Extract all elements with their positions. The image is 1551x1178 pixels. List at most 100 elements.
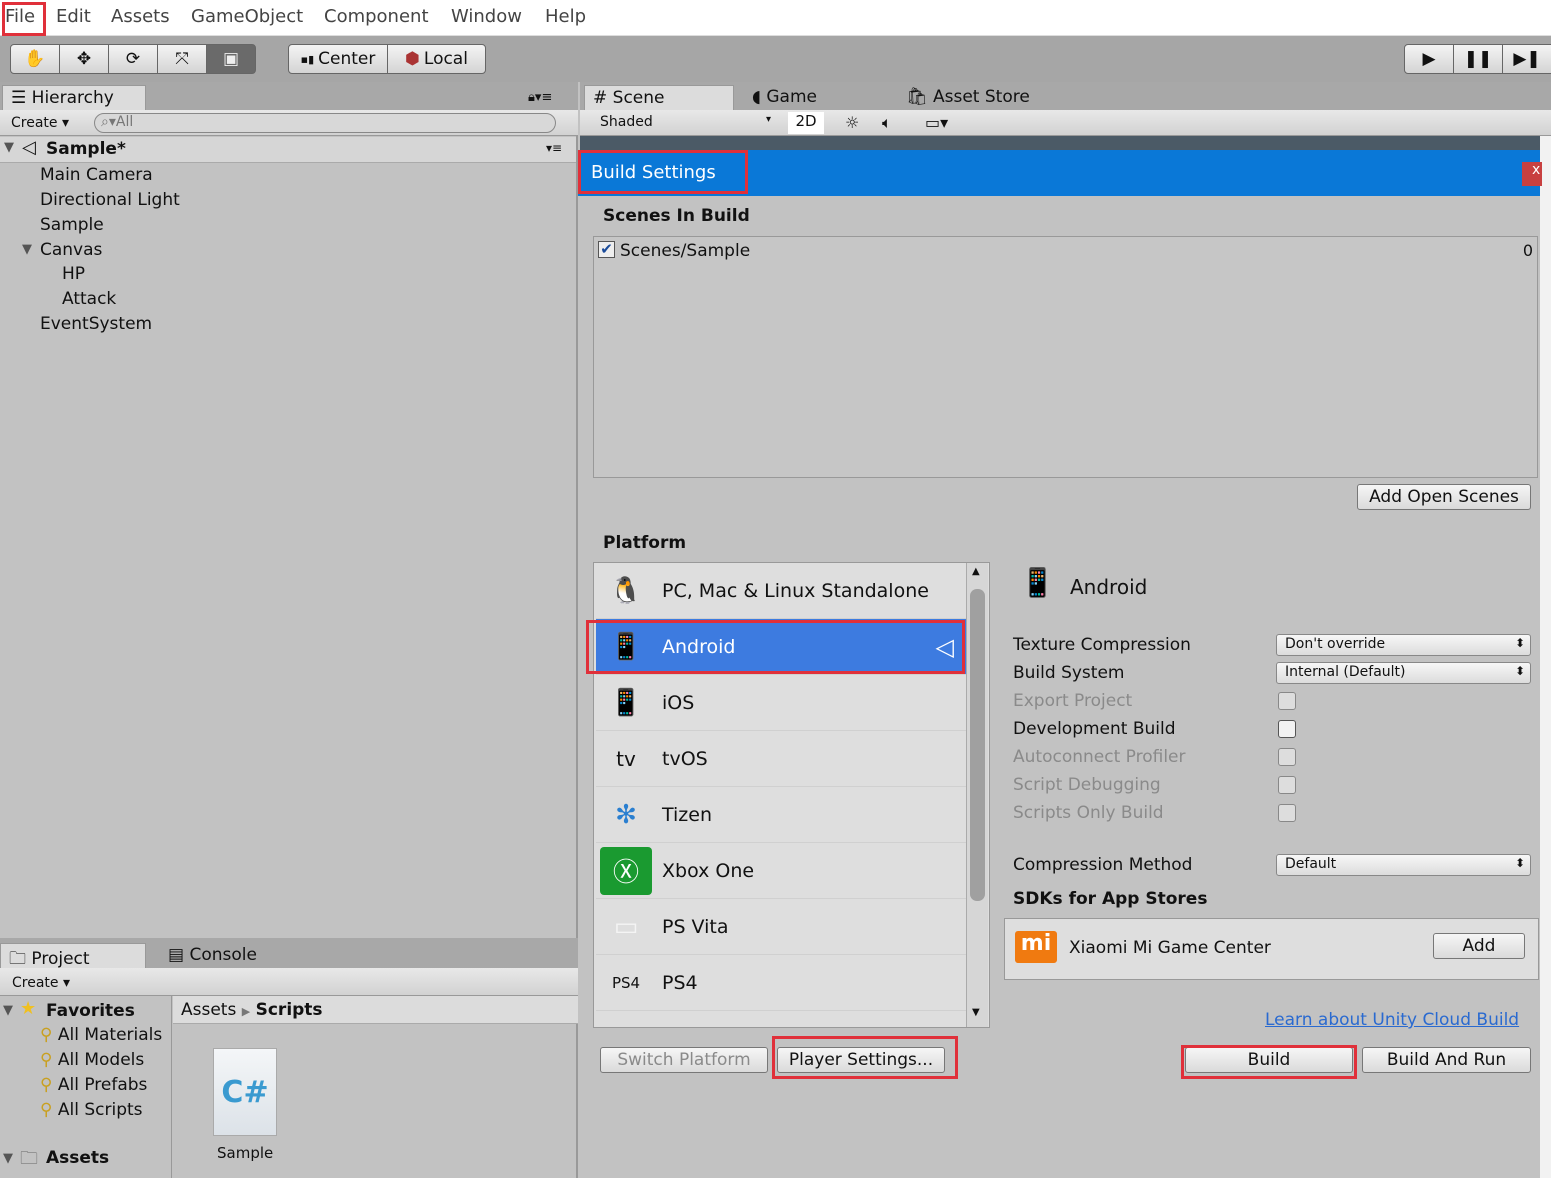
build-system-dropdown[interactable]: Internal (Default) <box>1276 662 1531 684</box>
step-icon: ▶❚ <box>1513 49 1541 69</box>
expand-arrow-icon[interactable]: ▼ <box>3 1151 13 1166</box>
scrollbar-thumb[interactable] <box>970 589 985 901</box>
autoconnect-profiler-checkbox[interactable] <box>1278 748 1296 766</box>
play-button[interactable]: ▶ <box>1404 44 1454 74</box>
lock-icon[interactable]: 🔒︎▾≡ <box>528 90 552 105</box>
hierarchy-item-canvas[interactable]: Canvas <box>40 240 102 260</box>
tab-project[interactable]: 🗀 Project <box>0 943 146 969</box>
game-icon: ◖ <box>752 87 761 107</box>
cloud-build-link[interactable]: Learn about Unity Cloud Build <box>1265 1010 1519 1030</box>
autoconnect-profiler-label: Autoconnect Profiler <box>1013 747 1186 767</box>
sdk-add-button[interactable]: Add <box>1433 933 1525 959</box>
pivot-center-button[interactable]: ▪▮ Center <box>288 44 388 74</box>
pivot-icon: ▪▮ <box>300 52 315 66</box>
switch-platform-button[interactable]: Switch Platform <box>600 1047 768 1073</box>
build-and-run-button[interactable]: Build And Run <box>1362 1047 1531 1073</box>
texture-compression-dropdown[interactable]: Don't override <box>1276 634 1531 656</box>
player-settings-button[interactable]: Player Settings... <box>777 1047 945 1073</box>
rotate-icon: ⟳ <box>125 49 141 69</box>
local-icon: ⬢ <box>405 49 420 69</box>
hierarchy-item-sample[interactable]: Sample <box>40 215 104 235</box>
expand-arrow-icon[interactable]: ▼ <box>3 1003 13 1018</box>
pause-button[interactable]: ❚❚ <box>1453 44 1503 74</box>
canvas-expand-icon[interactable]: ▼ <box>22 242 32 257</box>
breadcrumb-scripts[interactable]: Scripts <box>256 1000 323 1020</box>
effects-icon[interactable]: ▭▾ <box>925 113 948 132</box>
scripts-only-build-checkbox[interactable] <box>1278 804 1296 822</box>
scene-checkbox[interactable]: ✔ <box>598 241 615 258</box>
hierarchy-create-button[interactable]: Create ▾ <box>11 115 69 131</box>
fav-all-materials[interactable]: ⚲ All Materials <box>40 1025 172 1045</box>
fav-all-scripts[interactable]: ⚲ All Scripts <box>40 1100 143 1120</box>
fav-all-prefabs[interactable]: ⚲ All Prefabs <box>40 1075 147 1095</box>
compression-method-dropdown[interactable]: Default <box>1276 854 1531 876</box>
tab-game[interactable]: ◖ Game <box>744 85 825 111</box>
build-button[interactable]: Build <box>1185 1047 1353 1073</box>
step-button[interactable]: ▶❚ <box>1502 44 1551 74</box>
store-icon: 🛍︎ <box>906 87 928 107</box>
scene-row[interactable]: ✔ Scenes/Sample 0 <box>594 237 1537 265</box>
compression-method-label: Compression Method <box>1013 855 1193 875</box>
close-button[interactable]: x <box>1522 162 1542 186</box>
tab-asset-store[interactable]: 🛍︎ Asset Store <box>898 85 1038 111</box>
platform-ios[interactable]: 📱 iOS <box>596 675 966 731</box>
scale-tool-button[interactable]: ⤧ <box>157 44 207 74</box>
tab-console[interactable]: ▤ Console <box>160 943 265 969</box>
platform-tvos[interactable]: tv tvOS <box>596 731 966 787</box>
tab-hierarchy[interactable]: ☰ Hierarchy <box>2 85 146 111</box>
menu-file[interactable]: File <box>5 6 35 27</box>
platform-xbox-one[interactable]: Ⓧ Xbox One <box>596 843 966 899</box>
selected-platform-title: Android <box>1070 575 1148 599</box>
menu-help[interactable]: Help <box>545 6 586 27</box>
menu-window[interactable]: Window <box>451 6 522 27</box>
menu-edit[interactable]: Edit <box>56 6 91 27</box>
scenes-in-build-header: Scenes In Build <box>603 206 750 226</box>
hierarchy-item-eventsystem[interactable]: EventSystem <box>40 314 152 334</box>
favorites-label[interactable]: Favorites <box>46 1001 135 1021</box>
space-label: Local <box>423 49 468 69</box>
assets-folder[interactable]: Assets <box>46 1148 109 1168</box>
platform-standalone[interactable]: 🐧 PC, Mac & Linux Standalone <box>596 563 966 619</box>
audio-icon[interactable]: 🔈︎ <box>882 113 892 133</box>
shading-dropdown[interactable]: Shaded ▾ <box>600 114 775 130</box>
development-build-label: Development Build <box>1013 719 1176 739</box>
development-build-checkbox[interactable] <box>1278 720 1296 738</box>
hierarchy-item-main-camera[interactable]: Main Camera <box>40 165 153 185</box>
rotate-tool-button[interactable]: ⟳ <box>108 44 158 74</box>
hierarchy-search-input[interactable]: ⌕▾All <box>94 113 556 133</box>
tab-scene[interactable]: # Scene <box>584 85 734 111</box>
platform-ps-vita[interactable]: ▭ PS Vita <box>596 899 966 955</box>
menu-gameobject[interactable]: GameObject <box>191 6 303 27</box>
move-tool-button[interactable]: ✥ <box>59 44 109 74</box>
csharp-file-icon[interactable]: C# <box>213 1048 277 1136</box>
android-header-icon: 📱 <box>1020 566 1055 599</box>
export-project-checkbox[interactable] <box>1278 692 1296 710</box>
scroll-down-icon[interactable]: ▼ <box>972 1007 980 1018</box>
scroll-up-icon[interactable]: ▲ <box>972 566 980 577</box>
script-debugging-checkbox[interactable] <box>1278 776 1296 794</box>
file-label[interactable]: Sample <box>217 1144 273 1162</box>
breadcrumb-assets[interactable]: Assets <box>181 1000 236 1020</box>
rect-tool-button[interactable]: ▣ <box>206 44 256 74</box>
hierarchy-item-attack[interactable]: Attack <box>62 289 116 309</box>
platform-tizen[interactable]: ✻ Tizen <box>596 787 966 843</box>
platform-ps4[interactable]: PS4 PS4 <box>596 955 966 1011</box>
hand-tool-button[interactable]: ✋ <box>10 44 60 74</box>
add-open-scenes-button[interactable]: Add Open Scenes <box>1357 484 1531 510</box>
menu-component[interactable]: Component <box>324 6 429 27</box>
lighting-icon[interactable]: ☼ <box>845 113 859 132</box>
toggle-2d[interactable]: 2D <box>788 112 824 134</box>
project-create-button[interactable]: Create ▾ <box>12 975 70 991</box>
expand-arrow-icon[interactable]: ▼ <box>4 140 14 155</box>
scene-menu-icon[interactable]: ▾≡ <box>546 141 562 155</box>
fav-all-models[interactable]: ⚲ All Models <box>40 1050 144 1070</box>
platform-android[interactable]: 📱 Android ◁ <box>596 619 966 675</box>
pivot-local-button[interactable]: ⬢ Local <box>387 44 486 74</box>
scene-root[interactable]: ▼ ◁ Sample* ▾≡ <box>0 137 576 163</box>
hierarchy-item-hp[interactable]: HP <box>62 264 85 284</box>
menu-assets[interactable]: Assets <box>111 6 170 27</box>
platform-scrollbar[interactable]: ▲ ▼ <box>966 563 988 1027</box>
ps4-icon: PS4 <box>611 973 641 992</box>
hierarchy-item-directional-light[interactable]: Directional Light <box>40 190 180 210</box>
appletv-icon: tv <box>616 746 636 771</box>
